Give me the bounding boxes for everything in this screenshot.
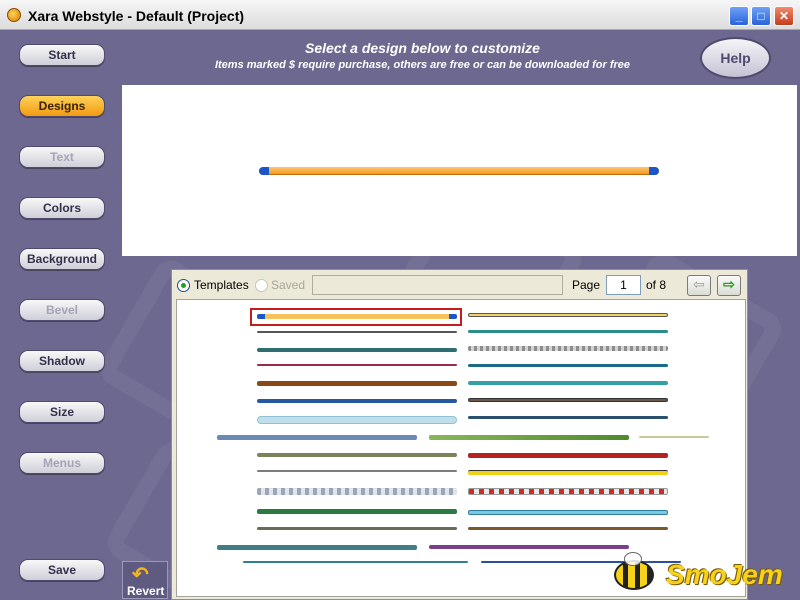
design-thumbnail[interactable] (217, 545, 417, 550)
design-thumbnail[interactable] (468, 346, 668, 351)
window-title: Xara Webstyle - Default (Project) (28, 8, 245, 24)
design-thumbnail[interactable] (468, 416, 668, 419)
main-area: Start Designs Text Colors Background Bev… (0, 30, 800, 600)
design-thumbnail[interactable] (468, 398, 668, 402)
nav-shadow-button[interactable]: Shadow (19, 350, 105, 372)
nav-bevel-button[interactable]: Bevel (19, 299, 105, 321)
page-count-label: of 8 (646, 278, 667, 292)
design-thumbnail[interactable] (468, 510, 668, 515)
app-icon (7, 8, 21, 22)
design-thumbnail[interactable] (429, 545, 629, 549)
design-thumbnail[interactable] (468, 381, 668, 385)
preview-design-bar (259, 167, 659, 175)
design-panel: Templates Saved Page 1 of 8 ⇦ ⇨ (171, 269, 748, 600)
design-thumbnail[interactable] (468, 453, 668, 458)
smojem-watermark: SmoJem (610, 552, 800, 600)
nav-text-button[interactable]: Text (19, 146, 105, 168)
design-thumbnail[interactable] (257, 527, 457, 530)
watermark-text: SmoJem (666, 559, 783, 590)
save-button[interactable]: Save (19, 559, 105, 581)
design-thumbnail[interactable] (257, 381, 457, 386)
close-button[interactable]: ✕ (774, 6, 794, 26)
next-page-button[interactable]: ⇨ (717, 275, 741, 296)
revert-label: Revert (127, 584, 165, 598)
design-thumbnail[interactable] (257, 509, 457, 514)
preview-bar-left-cap (259, 167, 269, 175)
design-thumbnail[interactable] (257, 348, 457, 352)
nav-size-button[interactable]: Size (19, 401, 105, 423)
saved-radio[interactable] (255, 279, 268, 292)
design-name-field (312, 275, 563, 295)
design-toolbar: Templates Saved Page 1 of 8 ⇦ ⇨ (172, 270, 747, 300)
revert-button[interactable]: ↶ Revert (122, 561, 168, 599)
design-thumbnail[interactable] (257, 453, 457, 457)
help-button[interactable]: Help (700, 37, 771, 79)
nav-start-button[interactable]: Start (19, 44, 105, 66)
design-thumbnail[interactable] (257, 314, 457, 319)
design-thumbnail[interactable] (257, 488, 457, 495)
design-thumbnail[interactable] (639, 436, 709, 438)
saved-label[interactable]: Saved (271, 278, 305, 292)
header-title: Select a design below to customize (305, 40, 540, 56)
design-thumbnail[interactable] (429, 435, 629, 440)
bee-wing-icon (624, 552, 642, 566)
templates-radio[interactable] (177, 279, 190, 292)
page-number-input[interactable]: 1 (606, 275, 641, 295)
preview-bar-right-cap (649, 167, 659, 175)
design-preview (122, 85, 797, 256)
design-thumbnail[interactable] (257, 416, 457, 424)
previous-page-button[interactable]: ⇦ (687, 275, 711, 296)
nav-background-button[interactable]: Background (19, 248, 105, 270)
design-thumbnail[interactable] (468, 470, 668, 475)
nav-menus-button[interactable]: Menus (19, 452, 105, 474)
title-bar: Xara Webstyle - Default (Project) _ □ ✕ (0, 0, 800, 30)
header-subtitle: Items marked $ require purchase, others … (214, 59, 631, 71)
design-thumbnail[interactable] (257, 364, 457, 366)
templates-label[interactable]: Templates (194, 278, 249, 292)
maximize-button[interactable]: □ (751, 6, 771, 26)
design-thumbnail[interactable] (257, 399, 457, 403)
minimize-button[interactable]: _ (729, 6, 749, 26)
design-thumbnail[interactable] (257, 331, 457, 333)
design-thumbnail[interactable] (243, 561, 468, 563)
revert-arrow-icon: ↶ (132, 564, 149, 586)
design-thumbnail[interactable] (468, 330, 668, 333)
nav-colors-button[interactable]: Colors (19, 197, 105, 219)
design-thumbnails-grid (176, 299, 746, 597)
design-thumbnail[interactable] (468, 527, 668, 530)
design-thumbnail[interactable] (468, 364, 668, 367)
design-thumbnail[interactable] (468, 313, 668, 317)
nav-designs-button[interactable]: Designs (19, 95, 105, 117)
page-label: Page (572, 278, 601, 292)
design-thumbnail[interactable] (257, 470, 457, 472)
design-thumbnail[interactable] (468, 488, 668, 495)
design-thumbnail[interactable] (217, 435, 417, 440)
